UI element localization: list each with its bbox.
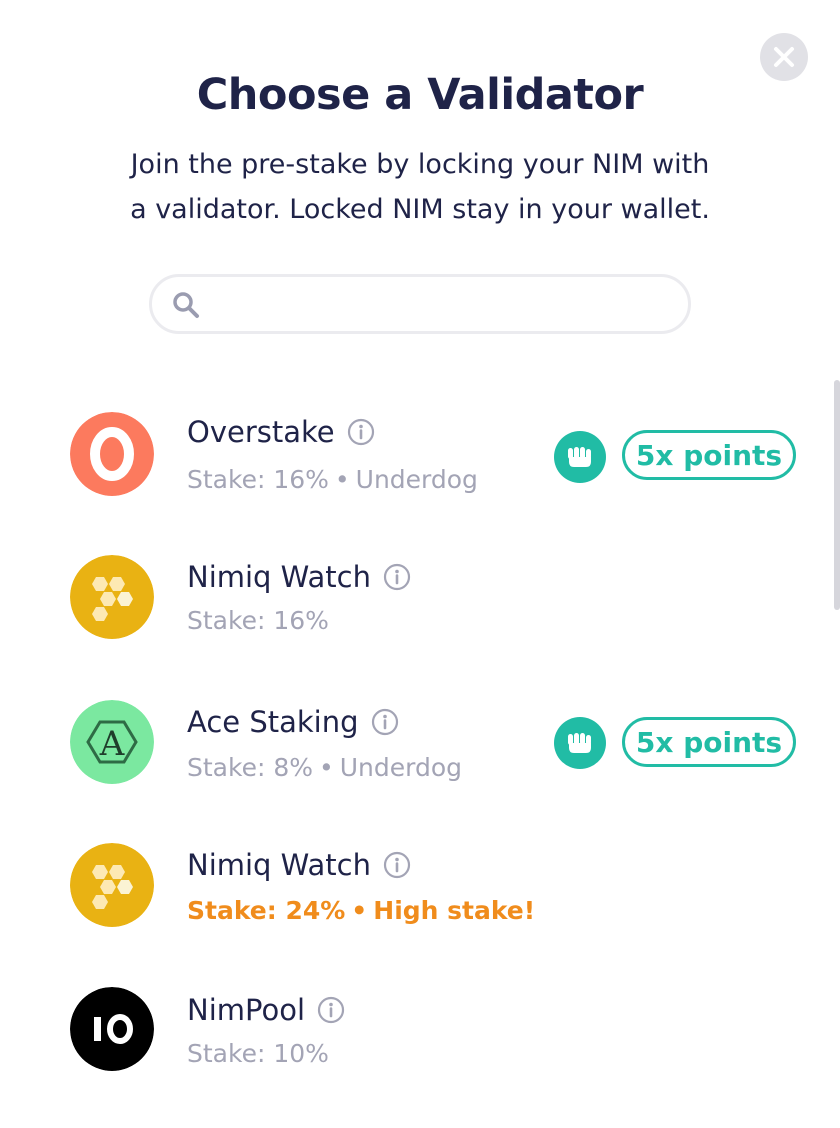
validator-name-text: Ace Staking (187, 705, 359, 739)
page-subtitle: Join the pre-stake by locking your NIM w… (0, 142, 840, 232)
fist-badge (554, 431, 606, 483)
svg-text:A: A (99, 724, 125, 764)
nimiq-watch-logo (70, 843, 154, 927)
close-icon (774, 47, 794, 67)
validator-name-text: Nimiq Watch (187, 848, 371, 882)
validator-name-text: Overstake (187, 415, 335, 449)
validator-name: NimPool (187, 993, 345, 1027)
validator-tag: Underdog (339, 753, 463, 782)
overstake-logo (70, 412, 154, 496)
info-icon[interactable] (383, 563, 411, 591)
validator-meta: Stake: 8% • Underdog (187, 753, 462, 782)
validator-tag: Underdog (355, 465, 478, 494)
validator-name-text: Nimiq Watch (187, 560, 371, 594)
validator-name: Ace Staking (187, 705, 399, 739)
ace-staking-logo: A (70, 700, 154, 784)
stake-value: Stake: 16% (187, 465, 329, 494)
subtitle-line-1: Join the pre-stake by locking your NIM w… (130, 149, 710, 180)
stake-value: Stake: 16% (187, 606, 329, 635)
fist-badge (554, 717, 606, 769)
info-icon[interactable] (347, 418, 375, 446)
validator-name: Overstake (187, 415, 375, 449)
validator-meta: Stake: 16% (187, 606, 329, 635)
validator-tag: High stake! (373, 896, 536, 925)
stake-value: Stake: 10% (187, 1039, 329, 1068)
validator-row-nimiq-watch-high-stake[interactable]: Nimiq Watch Stake: 24% • High stake! (0, 826, 834, 946)
validator-meta: Stake: 10% (187, 1039, 329, 1068)
search-icon (173, 292, 199, 318)
stake-value: Stake: 8% (187, 753, 313, 782)
search-input[interactable] (214, 283, 678, 327)
page-title: Choose a Validator (196, 70, 644, 120)
separator-dot: • (319, 753, 334, 782)
validator-meta: Stake: 24% • High stake! (187, 896, 535, 925)
list-scrollbar[interactable] (834, 380, 840, 610)
validator-name: Nimiq Watch (187, 848, 411, 882)
info-icon[interactable] (383, 851, 411, 879)
validator-name: Nimiq Watch (187, 560, 411, 594)
fist-icon (568, 447, 591, 467)
validator-meta: Stake: 16% • Underdog (187, 465, 478, 494)
nimpool-logo (70, 987, 154, 1071)
stake-value: Stake: 24% (187, 896, 346, 925)
validator-row-ace-staking[interactable]: A Ace Staking Stake: 8% • Underdog 5x poin… (0, 683, 834, 803)
info-icon[interactable] (371, 708, 399, 736)
validator-row-nimiq-watch[interactable]: Nimiq Watch Stake: 16% (0, 538, 834, 658)
nimiq-watch-logo (70, 555, 154, 639)
search-box[interactable] (149, 274, 691, 334)
validator-row-overstake[interactable]: Overstake Stake: 16% • Underdog 5x points (0, 395, 834, 515)
validator-row-nimpool[interactable]: NimPool Stake: 10% (0, 971, 834, 1091)
validator-modal: Choose a Validator Join the pre-stake by… (0, 0, 840, 1128)
info-icon[interactable] (317, 996, 345, 1024)
points-badge: 5x points (622, 430, 796, 480)
separator-dot: • (351, 896, 368, 925)
validator-name-text: NimPool (187, 993, 305, 1027)
points-badge: 5x points (622, 717, 796, 767)
subtitle-line-2: a validator. Locked NIM stay in your wal… (130, 194, 710, 225)
fist-icon (568, 733, 591, 753)
separator-dot: • (334, 465, 350, 494)
